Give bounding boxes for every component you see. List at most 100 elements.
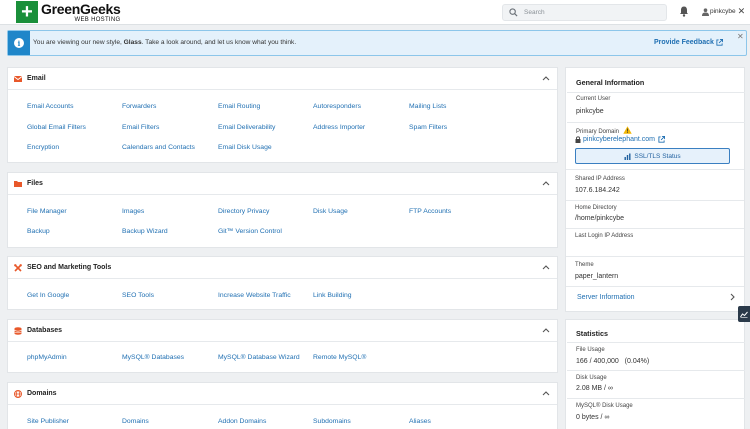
email-group-title: Email <box>27 75 46 82</box>
mysql-databases-link[interactable]: MySQL® Databases <box>122 354 184 361</box>
primary-domain-label: Primary Domain <box>576 126 632 135</box>
files-group: Files File Manager Images Directory Priv… <box>7 172 558 248</box>
mysql-disk-usage-value: 0 bytes / ∞ <box>576 414 610 421</box>
files-group-header[interactable]: Files <box>8 173 557 195</box>
statistics-title: Statistics <box>576 329 608 338</box>
calendars-contacts-link[interactable]: Calendars and Contacts <box>122 144 195 151</box>
ftp-accounts-link[interactable]: FTP Accounts <box>409 208 451 215</box>
email-deliverability-link[interactable]: Email Deliverability <box>218 124 275 131</box>
server-information-link[interactable]: Server Information <box>577 294 635 301</box>
file-manager-link[interactable]: File Manager <box>27 208 67 215</box>
bell-icon[interactable] <box>679 6 689 17</box>
mysql-database-wizard-link[interactable]: MySQL® Database Wizard <box>218 354 300 361</box>
line-chart-icon <box>740 311 748 318</box>
general-information-panel: General Information Current User pinkcyb… <box>565 67 745 312</box>
chevron-up-icon[interactable] <box>542 264 550 270</box>
email-group-header[interactable]: Email <box>8 68 557 90</box>
databases-group-header[interactable]: Databases <box>8 320 557 342</box>
aliases-link[interactable]: Aliases <box>409 418 431 425</box>
current-user-label: Current User <box>576 96 611 102</box>
address-importer-link[interactable]: Address Importer <box>313 124 365 131</box>
user-icon <box>702 7 709 16</box>
disk-usage-link[interactable]: Disk Usage <box>313 208 348 215</box>
folder-icon <box>14 181 22 187</box>
chevron-up-icon[interactable] <box>542 75 550 81</box>
logout-icon[interactable]: ✕ <box>738 7 746 16</box>
domains-link[interactable]: Domains <box>122 418 149 425</box>
username: pinkcybe <box>710 8 736 15</box>
database-icon <box>14 327 22 335</box>
remote-mysql-link[interactable]: Remote MySQL® <box>313 354 366 361</box>
email-routing-link[interactable]: Email Routing <box>218 103 260 110</box>
email-group: Email Email Accounts Forwarders Email Ro… <box>7 67 558 163</box>
seo-group-title: SEO and Marketing Tools <box>27 264 112 271</box>
banner-close-icon[interactable]: ✕ <box>737 32 744 41</box>
statistics-panel: Statistics File Usage 166 / 400,000 (0.0… <box>565 319 745 429</box>
domains-group: Domains Site Publisher Domains Addon Dom… <box>7 382 558 429</box>
seo-group-header[interactable]: SEO and Marketing Tools <box>8 257 557 279</box>
mailing-lists-link[interactable]: Mailing Lists <box>409 103 446 110</box>
bar-chart-icon <box>624 153 631 160</box>
chevron-up-icon[interactable] <box>542 390 550 396</box>
encryption-link[interactable]: Encryption <box>27 144 59 151</box>
email-accounts-link[interactable]: Email Accounts <box>27 103 73 110</box>
lock-icon <box>575 136 581 143</box>
backup-wizard-link[interactable]: Backup Wizard <box>122 228 168 235</box>
site-publisher-link[interactable]: Site Publisher <box>27 418 69 425</box>
primary-domain-link[interactable]: pinkcyberelephant.com <box>575 136 667 143</box>
disk-usage-value: 2.08 MB / ∞ <box>576 385 613 392</box>
user-menu[interactable]: pinkcybe ✕ <box>702 7 745 16</box>
databases-group: Databases phpMyAdmin MySQL® Databases My… <box>7 319 558 373</box>
email-disk-usage-link[interactable]: Email Disk Usage <box>218 144 272 151</box>
addon-domains-link[interactable]: Addon Domains <box>218 418 266 425</box>
spam-filters-link[interactable]: Spam Filters <box>409 124 447 131</box>
domains-group-title: Domains <box>27 390 57 397</box>
email-filters-link[interactable]: Email Filters <box>122 124 159 131</box>
backup-link[interactable]: Backup <box>27 228 50 235</box>
banner-message: You are viewing our new style, Glass. Ta… <box>33 39 297 46</box>
increase-website-traffic-link[interactable]: Increase Website Traffic <box>218 292 291 299</box>
autoresponders-link[interactable]: Autoresponders <box>313 103 361 110</box>
images-link[interactable]: Images <box>122 208 144 215</box>
mysql-disk-usage-label: MySQL® Disk Usage <box>576 403 633 409</box>
forwarders-link[interactable]: Forwarders <box>122 103 156 110</box>
info-icon: i <box>8 31 30 55</box>
globe-icon <box>14 390 22 398</box>
external-link-icon <box>658 136 665 143</box>
chevron-up-icon[interactable] <box>542 180 550 186</box>
directory-privacy-link[interactable]: Directory Privacy <box>218 208 269 215</box>
search-box[interactable] <box>502 4 667 21</box>
logo[interactable]: + GreenGeeks WEB HOSTING <box>16 1 121 23</box>
disk-usage-label: Disk Usage <box>576 375 607 381</box>
logo-subtitle: WEB HOSTING <box>74 16 121 23</box>
seo-group: SEO and Marketing Tools Get In Google SE… <box>7 256 558 310</box>
warning-icon <box>622 126 632 134</box>
domains-group-header[interactable]: Domains <box>8 383 557 405</box>
databases-group-title: Databases <box>27 327 63 334</box>
logo-plus-icon: + <box>16 1 38 23</box>
phpmyadmin-link[interactable]: phpMyAdmin <box>27 354 67 361</box>
stats-side-tab[interactable] <box>738 306 750 322</box>
current-user-value: pinkcybe <box>576 108 604 115</box>
subdomains-link[interactable]: Subdomains <box>313 418 351 425</box>
get-in-google-link[interactable]: Get In Google <box>27 292 69 299</box>
glass-style-banner: i You are viewing our new style, Glass. … <box>7 30 747 56</box>
git-version-control-link[interactable]: Git™ Version Control <box>218 228 282 235</box>
tools-icon <box>14 264 22 272</box>
search-input[interactable] <box>524 9 664 16</box>
file-usage-label: File Usage <box>576 347 605 353</box>
logo-name: GreenGeeks <box>41 0 121 17</box>
general-information-title: General Information <box>576 78 645 87</box>
chevron-right-icon[interactable] <box>730 293 735 301</box>
chevron-up-icon[interactable] <box>542 327 550 333</box>
files-group-title: Files <box>27 180 43 187</box>
external-link-icon <box>716 39 723 46</box>
seo-tools-link[interactable]: SEO Tools <box>122 292 154 299</box>
envelope-icon <box>14 76 22 82</box>
provide-feedback-link[interactable]: Provide Feedback <box>654 39 723 46</box>
link-building-link[interactable]: Link Building <box>313 292 352 299</box>
ssl-tls-status-button[interactable]: SSL/TLS Status <box>575 148 730 164</box>
top-header: + GreenGeeks WEB HOSTING pinkcybe ✕ <box>0 0 750 25</box>
search-icon <box>509 8 518 17</box>
global-email-filters-link[interactable]: Global Email Filters <box>27 124 86 131</box>
